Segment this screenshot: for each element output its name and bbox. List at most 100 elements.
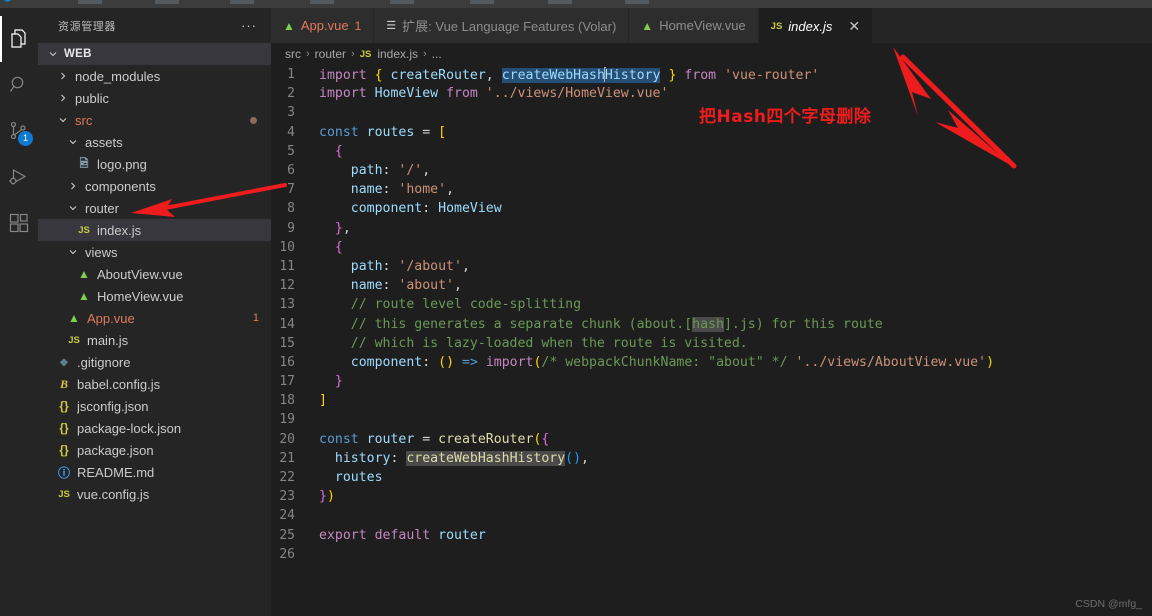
code-line[interactable]: 26 (271, 545, 1152, 564)
chevron-right-icon[interactable] (66, 181, 80, 191)
tree-item-public[interactable]: public (38, 87, 271, 109)
line-number: 24 (279, 508, 295, 524)
editor-tab-label: 扩展: Vue Language Features (Volar) (402, 19, 617, 34)
code-line[interactable]: 5 { (271, 142, 1152, 161)
tree-item-src[interactable]: src (38, 109, 271, 131)
code-line[interactable]: 20 const router = createRouter({ (271, 430, 1152, 449)
code-line[interactable]: 15 // which is lazy-loaded when the rout… (271, 334, 1152, 353)
menu-item[interactable] (470, 0, 494, 4)
editor-tab-index-js[interactable]: JS index.js ✕ (758, 8, 874, 43)
editor-tab-homeview-vue[interactable]: ▲ HomeView.vue (629, 8, 759, 43)
code-line-text: import { createRouter, createWebHashHist… (319, 66, 820, 83)
tree-item-vue-config-js[interactable]: JS vue.config.js (38, 483, 271, 505)
tree-item-components[interactable]: components (38, 175, 271, 197)
code-line[interactable]: 21 history: createWebHashHistory(), (271, 449, 1152, 468)
close-icon[interactable]: ✕ (848, 19, 860, 33)
chevron-right-icon[interactable] (56, 71, 70, 81)
chevron-down-icon[interactable] (56, 115, 70, 125)
tree-item-index-js[interactable]: JS index.js (38, 219, 271, 241)
tree-item-label: node_modules (75, 68, 161, 84)
tree-item-label: README.md (77, 464, 155, 480)
code-line[interactable]: 13 // route level code-splitting (271, 295, 1152, 314)
code-editor[interactable]: 1 import { createRouter, createWebHashHis… (271, 65, 1152, 616)
tree-item-package-lock-json[interactable]: {} package-lock.json (38, 417, 271, 439)
code-line[interactable]: 18] (271, 391, 1152, 410)
menu-item[interactable] (390, 0, 414, 4)
code-line[interactable]: 25 export default router (271, 526, 1152, 545)
activity-search-button[interactable] (0, 62, 38, 108)
breadcrumb-item-more[interactable]: ... (432, 47, 442, 61)
code-line[interactable]: 16 component: () => import(/* webpackChu… (271, 353, 1152, 372)
tree-item-app-vue[interactable]: ▲ App.vue 1 (38, 307, 271, 329)
code-line[interactable]: 9 }, (271, 219, 1152, 238)
editor-tab-vue-language-features-volar[interactable]: ☰ 扩展: Vue Language Features (Volar) (374, 8, 630, 43)
tree-item-aboutview-vue[interactable]: ▲ AboutView.vue (38, 263, 271, 285)
line-number: 6 (287, 163, 295, 179)
code-line[interactable]: 17 } (271, 372, 1152, 391)
tree-item-main-js[interactable]: JS main.js (38, 329, 271, 351)
tree-item-node-modules[interactable]: node_modules (38, 65, 271, 87)
chevron-down-icon[interactable] (66, 203, 80, 213)
activity-extensions-button[interactable] (0, 200, 38, 246)
code-line-text: path: '/', (350, 163, 431, 179)
tree-item-readme-md[interactable]: ⓘ README.md (38, 461, 271, 483)
menu-item[interactable] (548, 0, 572, 4)
code-line[interactable]: 8 component: HomeView (271, 199, 1152, 218)
editor-tab-app-vue[interactable]: ▲ App.vue 1 (271, 8, 375, 43)
tree-item-logo-png[interactable]: 🖻 logo.png (38, 153, 271, 175)
activity-run-debug-button[interactable] (0, 154, 38, 200)
tree-item-homeview-vue[interactable]: ▲ HomeView.vue (38, 285, 271, 307)
menu-item[interactable] (230, 0, 254, 4)
code-line[interactable]: 7 name: 'home', (271, 180, 1152, 199)
line-number: 2 (287, 86, 295, 102)
code-line-text: }) (319, 489, 335, 505)
editor-group: ▲ App.vue 1 ☰ 扩展: Vue Language Features (Vol… (271, 8, 1152, 616)
line-number: 22 (279, 470, 295, 486)
explorer-more-actions-button[interactable]: ··· (241, 18, 257, 33)
code-line[interactable]: 22 routes (271, 468, 1152, 487)
explorer-root-folder[interactable]: WEB (38, 43, 271, 65)
chevron-right-icon[interactable] (56, 93, 70, 103)
menu-item[interactable] (625, 0, 649, 4)
menu-item[interactable] (155, 0, 179, 4)
tree-item-views[interactable]: views (38, 241, 271, 263)
code-line[interactable]: 23}) (271, 487, 1152, 506)
line-number: 5 (287, 143, 295, 159)
code-line[interactable]: 19 (271, 410, 1152, 429)
breadcrumb-item-src[interactable]: src (285, 47, 301, 61)
code-line-text: { (334, 143, 343, 159)
chevron-down-icon[interactable] (66, 247, 80, 257)
tree-item-badge: 1 (252, 312, 259, 324)
breadcrumb-item-router[interactable]: router (315, 47, 346, 61)
line-number: 15 (279, 335, 295, 351)
file-tree: node_modulespublic src assets 🖻 logo.png comp… (38, 65, 271, 616)
line-number: 19 (279, 412, 295, 428)
tree-item-gitignore[interactable]: ◆ .gitignore (38, 351, 271, 373)
breadcrumb-separator-icon: › (351, 48, 355, 60)
code-line[interactable]: 1 import { createRouter, createWebHashHis… (271, 65, 1152, 84)
tree-item-package-json[interactable]: {} package.json (38, 439, 271, 461)
code-line[interactable]: 14 // this generates a separate chunk (a… (271, 314, 1152, 333)
code-line[interactable]: 24 (271, 506, 1152, 525)
code-line[interactable]: 6 path: '/', (271, 161, 1152, 180)
code-line[interactable]: 12 name: 'about', (271, 276, 1152, 295)
code-line[interactable]: 2 import HomeView from '../views/HomeView… (271, 84, 1152, 103)
code-line[interactable]: 10 { (271, 238, 1152, 257)
tree-item-babel-config-js[interactable]: Bbabel.config.js (38, 373, 271, 395)
chevron-down-icon[interactable] (66, 137, 80, 147)
menu-item[interactable] (310, 0, 334, 4)
activity-source-control-button[interactable]: 1 (0, 108, 38, 154)
tree-item-label: views (85, 244, 118, 260)
app-logo-icon (3, 0, 12, 2)
tree-item-assets[interactable]: assets (38, 131, 271, 153)
tree-item-jsconfig-json[interactable]: {} jsconfig.json (38, 395, 271, 417)
tree-item-router[interactable]: router (38, 197, 271, 219)
menu-item[interactable] (78, 0, 102, 4)
activity-explorer-button[interactable] (0, 16, 38, 62)
menu-bar[interactable] (0, 0, 1152, 8)
explorer-header: 资源管理器 ··· (38, 8, 271, 43)
code-line[interactable]: 11 path: '/about', (271, 257, 1152, 276)
vue-icon: ▲ (641, 18, 654, 33)
breadcrumb-item-file[interactable]: index.js (377, 47, 418, 61)
tree-item-label: index.js (97, 222, 142, 238)
